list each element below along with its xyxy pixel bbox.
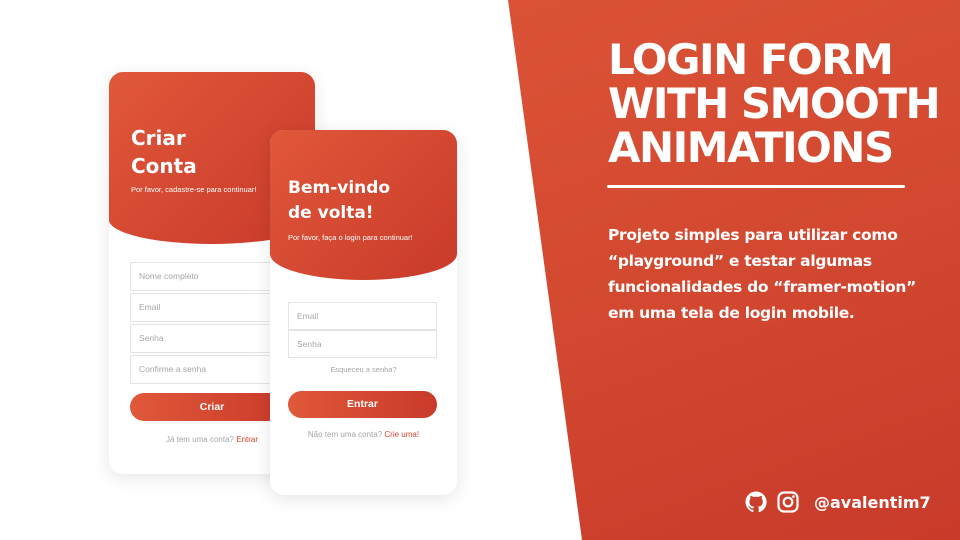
github-icon[interactable] (744, 490, 768, 514)
signup-subtitle: Por favor, cadastre-se para continuar! (131, 185, 257, 194)
signup-title: Criar Conta (131, 126, 197, 178)
login-subtitle: Por favor, faça o login para continuar! (288, 233, 413, 242)
login-email-input[interactable]: Email (288, 302, 437, 330)
forgot-password-link[interactable]: Esqueceu a senha? (270, 365, 457, 374)
social-handle[interactable]: @avalentim7 (814, 493, 931, 512)
page-title: LOGIN FORM WITH SMOOTH ANIMATIONS (608, 35, 941, 172)
sign-in-link[interactable]: Entrar (236, 435, 258, 444)
social-links: @avalentim7 (744, 490, 931, 514)
title-line: ANIMATIONS (608, 123, 894, 172)
create-account-link[interactable]: Crie uma! (384, 430, 419, 439)
title-divider (607, 185, 905, 188)
login-password-input[interactable]: Senha (288, 330, 437, 358)
project-description: Projeto simples para utilizar como “play… (608, 226, 916, 322)
login-screen: Bem-vindo de volta! Por favor, faça o lo… (270, 130, 457, 495)
title-line: LOGIN FORM (608, 35, 894, 84)
instagram-icon[interactable] (776, 490, 800, 514)
login-footer-text: Não tem uma conta? (307, 430, 383, 439)
login-title: Bem-vindo de volta! (288, 178, 391, 223)
title-line: WITH SMOOTH (608, 79, 941, 128)
sign-in-button[interactable]: Entrar (288, 391, 437, 418)
signup-footer-text: Já tem uma conta? (165, 435, 234, 444)
login-footer: Não tem uma conta? Crie uma! (270, 430, 457, 439)
